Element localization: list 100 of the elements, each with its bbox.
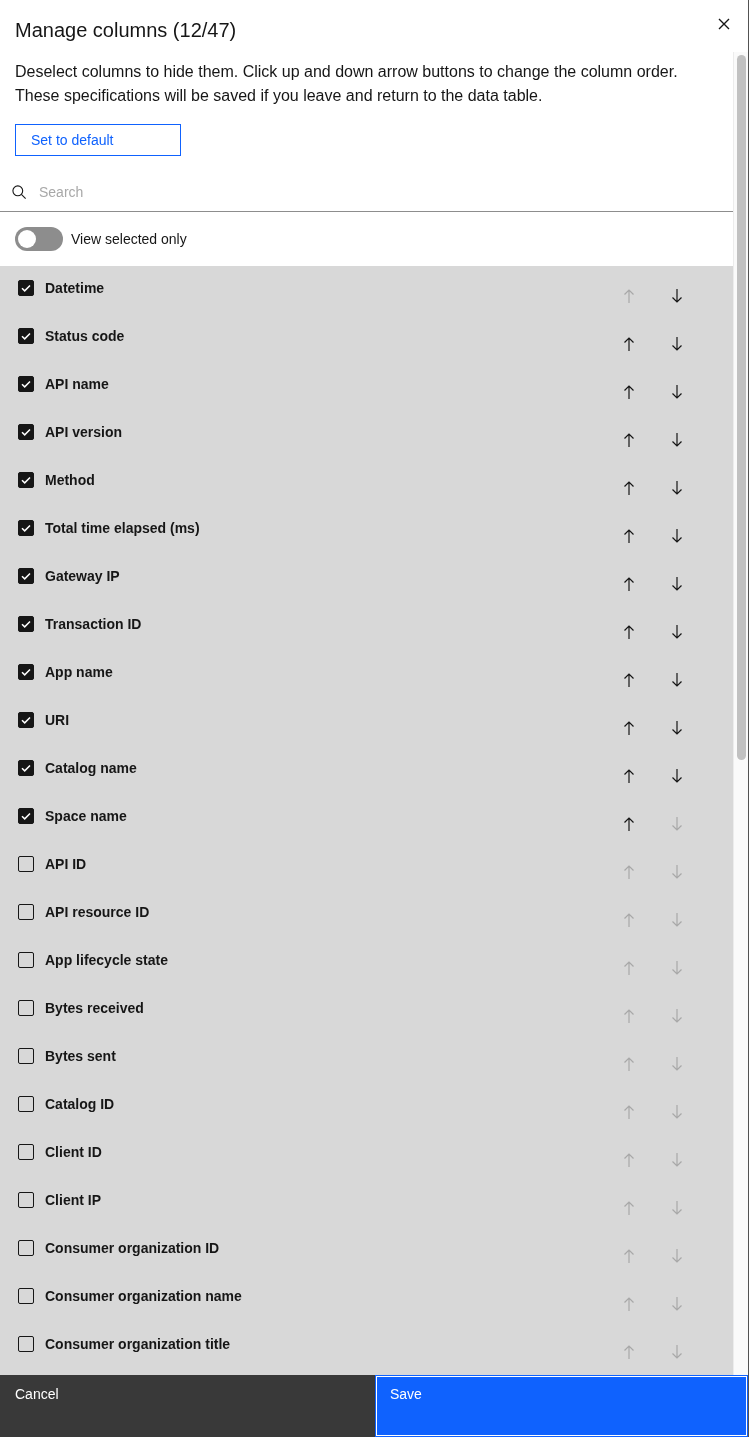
checkbox[interactable]	[18, 856, 34, 872]
checkbox[interactable]	[18, 1144, 34, 1160]
column-name: Datetime	[45, 280, 106, 296]
column-name: Space name	[45, 808, 128, 824]
move-down-button[interactable]	[669, 576, 685, 592]
close-icon	[716, 16, 732, 32]
arrow-down-icon	[669, 1056, 685, 1072]
move-down-button[interactable]	[669, 624, 685, 640]
arrow-down-icon	[669, 672, 685, 688]
checkbox[interactable]	[18, 1240, 34, 1256]
column-name: Consumer organization ID	[45, 1240, 221, 1256]
scrollbar-thumb[interactable]	[737, 55, 746, 760]
checkbox[interactable]	[18, 328, 34, 344]
arrow-down-icon	[669, 864, 685, 880]
checkbox[interactable]	[18, 1048, 34, 1064]
arrow-down-icon	[669, 768, 685, 784]
checkbox[interactable]	[18, 1288, 34, 1304]
checkbox[interactable]	[18, 1336, 34, 1352]
move-down-button[interactable]	[669, 288, 685, 304]
column-name: Status code	[45, 328, 126, 344]
column-name: Total time elapsed (ms)	[45, 520, 201, 536]
arrow-down-icon	[669, 288, 685, 304]
checkbox[interactable]	[18, 712, 34, 728]
set-to-default-button[interactable]: Set to default	[15, 124, 181, 156]
move-down-button[interactable]	[669, 672, 685, 688]
arrow-down-icon	[669, 720, 685, 736]
column-name: API ID	[45, 856, 88, 872]
move-down-button[interactable]	[669, 480, 685, 496]
arrow-down-icon	[669, 576, 685, 592]
arrow-down-icon	[669, 384, 685, 400]
checkmark-icon	[20, 282, 32, 294]
scrollbar-track[interactable]	[733, 52, 748, 1375]
checkmark-icon	[20, 714, 32, 726]
column-name: Client ID	[45, 1144, 103, 1160]
checkbox[interactable]	[18, 616, 34, 632]
description-text: Deselect columns to hide them. Click up and down arrow buttons to change the column order.	[14, 62, 679, 82]
checkbox[interactable]	[18, 808, 34, 824]
column-name: App name	[45, 664, 114, 680]
move-down-button[interactable]	[669, 720, 685, 736]
column-name: API name	[45, 376, 110, 392]
move-down-button[interactable]	[669, 528, 685, 544]
arrow-down-icon	[669, 1104, 685, 1120]
arrow-down-icon	[669, 912, 685, 928]
checkbox[interactable]	[18, 472, 34, 488]
arrow-down-icon	[669, 1008, 685, 1024]
column-name: Consumer organization title	[45, 1336, 232, 1352]
move-down-button[interactable]	[669, 384, 685, 400]
checkbox[interactable]	[18, 520, 34, 536]
arrow-down-icon	[669, 1248, 685, 1264]
checkmark-icon	[20, 570, 32, 582]
checkbox[interactable]	[18, 1000, 34, 1016]
close-button[interactable]	[716, 16, 732, 32]
column-name: Bytes received	[45, 1000, 145, 1016]
arrow-down-icon	[669, 1152, 685, 1168]
toggle-label: View selected only	[71, 231, 187, 247]
cancel-button[interactable]: Cancel	[0, 1375, 375, 1437]
column-name: Client IP	[45, 1192, 102, 1208]
checkmark-icon	[20, 474, 32, 486]
arrow-down-icon	[669, 624, 685, 640]
checkbox[interactable]	[18, 376, 34, 392]
checkbox[interactable]	[18, 1096, 34, 1112]
save-button[interactable]: Save	[375, 1375, 748, 1437]
move-down-button[interactable]	[669, 768, 685, 784]
arrow-down-icon	[669, 1344, 685, 1360]
dialog-title: Manage columns (12/47)	[15, 18, 237, 42]
column-name: API version	[45, 424, 124, 440]
checkbox[interactable]	[18, 424, 34, 440]
move-down-button[interactable]	[669, 336, 685, 352]
checkmark-icon	[20, 522, 32, 534]
move-down-button[interactable]	[669, 432, 685, 448]
column-name: Method	[45, 472, 96, 488]
checkbox[interactable]	[18, 280, 34, 296]
toggle-switch[interactable]	[15, 227, 63, 251]
checkbox[interactable]	[18, 1192, 34, 1208]
arrow-down-icon	[669, 1296, 685, 1312]
checkbox[interactable]	[18, 904, 34, 920]
column-name: App lifecycle state	[45, 952, 169, 968]
checkmark-icon	[20, 426, 32, 438]
checkmark-icon	[20, 666, 32, 678]
column-name: Transaction ID	[45, 616, 143, 632]
checkmark-icon	[20, 618, 32, 630]
column-name: Catalog ID	[45, 1096, 116, 1112]
column-name: Bytes sent	[45, 1048, 117, 1064]
search-icon	[12, 185, 26, 199]
checkbox[interactable]	[18, 952, 34, 968]
checkmark-icon	[20, 762, 32, 774]
arrow-down-icon	[669, 816, 685, 832]
checkmark-icon	[20, 378, 32, 390]
checkbox[interactable]	[18, 760, 34, 776]
checkmark-icon	[20, 810, 32, 822]
arrow-down-icon	[669, 432, 685, 448]
checkmark-icon	[20, 330, 32, 342]
checkbox[interactable]	[18, 568, 34, 584]
checkbox[interactable]	[18, 664, 34, 680]
description-text: These specifications will be saved if you leave and return to the data table.	[14, 86, 544, 106]
column-name: API resource ID	[45, 904, 151, 920]
arrow-down-icon	[669, 1200, 685, 1216]
search-field[interactable]: Search	[0, 172, 733, 212]
column-name: Consumer organization name	[45, 1288, 243, 1304]
arrow-down-icon	[669, 480, 685, 496]
